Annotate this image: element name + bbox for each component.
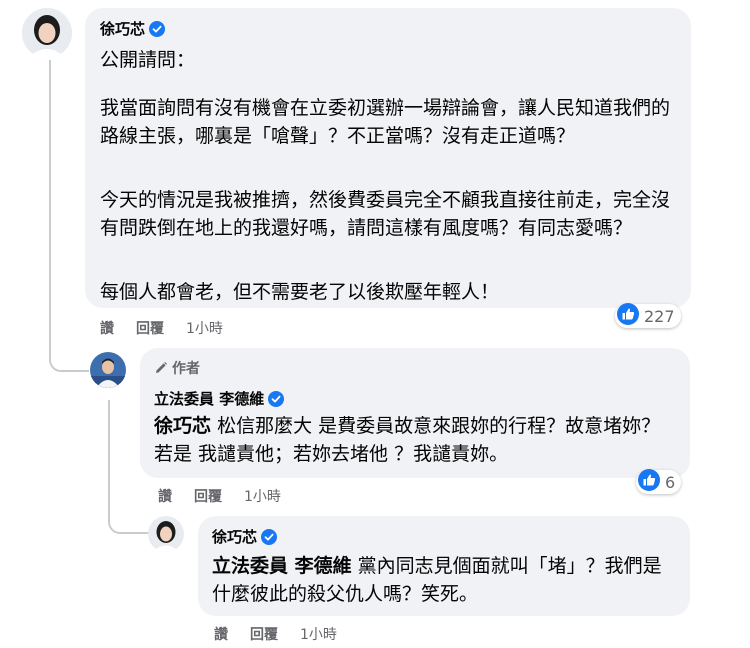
author-name[interactable]: 徐巧芯 — [212, 526, 257, 547]
comment-text-paragraph: 我當面詢問有沒有機會在立委初選辦一場辯論會，讓人民知道我們的路線主張，哪裏是「嗆… — [100, 97, 671, 147]
reaction-count: 6 — [665, 472, 676, 492]
comment-actions: 讚 回覆 1小時 — [158, 486, 303, 506]
reply-button[interactable]: 回覆 — [136, 321, 164, 337]
verified-badge-icon — [261, 529, 278, 549]
reply-bubble: 徐巧芯 立法委員 李德維 黨內同志見個面就叫「堵」？我們是什麼彼此的殺父仇人嗎？… — [198, 516, 690, 616]
mention-link[interactable]: 徐巧芯 — [154, 415, 211, 437]
avatar[interactable] — [148, 516, 184, 552]
reply-header: 徐巧芯 — [212, 526, 278, 549]
comment-bubble: 徐巧芯 公開請問： 我當面詢問有沒有機會在立委初選辦一場辯論會，讓人民知道我們的… — [85, 8, 691, 308]
author-badge-label: 作者 — [172, 361, 200, 377]
author-name[interactable]: 立法委員 李德維 — [154, 388, 264, 409]
reaction-summary[interactable]: 227 — [615, 303, 681, 329]
author-name[interactable]: 徐巧芯 — [100, 18, 145, 39]
thread-line-main — [49, 60, 89, 372]
reply-header: 立法委員 李德維 — [154, 388, 285, 411]
comment-actions: 讚 回覆 1小時 — [214, 624, 359, 644]
reply-text: 徐巧芯 松信那麼大 是費委員故意來跟妳的行程？故意堵妳？若是 我譴責他；若妳去堵… — [154, 412, 679, 468]
reaction-summary[interactable]: 6 — [636, 469, 682, 495]
comment-text-paragraph: 每個人都會老，但不需要老了以後欺壓年輕人！ — [100, 281, 500, 303]
verified-badge-icon — [268, 391, 285, 411]
timestamp[interactable]: 1小時 — [186, 321, 223, 337]
mention-link[interactable]: 立法委員 李德維 — [212, 555, 352, 577]
comment-text-intro: 公開請問： — [100, 49, 196, 71]
pencil-icon — [154, 361, 168, 379]
reply-bubble: 作者 立法委員 李德維 徐巧芯 松信那麼大 是費委員故意來跟妳的行程？故意堵妳？… — [140, 348, 690, 478]
author-badge: 作者 — [154, 358, 200, 379]
like-button[interactable]: 讚 — [214, 627, 228, 643]
comment-header: 徐巧芯 — [100, 18, 166, 41]
like-button[interactable]: 讚 — [100, 321, 114, 337]
timestamp[interactable]: 1小時 — [244, 489, 281, 505]
reply-body: 松信那麼大 是費委員故意來跟妳的行程？故意堵妳？若是 我譴責他；若妳去堵他 ？我… — [154, 415, 661, 465]
like-reaction-icon — [617, 303, 639, 329]
reaction-count: 227 — [644, 306, 675, 326]
like-reaction-icon — [638, 469, 660, 495]
timestamp[interactable]: 1小時 — [300, 627, 337, 643]
comment-actions: 讚 回覆 1小時 — [100, 318, 245, 338]
comment-text-paragraph: 今天的情況是我被推擠，然後費委員完全不顧我直接往前走，完全沒有問跌倒在地上的我還… — [100, 189, 671, 239]
verified-badge-icon — [149, 21, 166, 41]
reply-button[interactable]: 回覆 — [194, 489, 222, 505]
avatar[interactable] — [22, 8, 72, 58]
like-button[interactable]: 讚 — [158, 489, 172, 505]
reply-button[interactable]: 回覆 — [250, 627, 278, 643]
reply-text: 立法委員 李德維 黨內同志見個面就叫「堵」？我們是什麼彼此的殺父仇人嗎？笑死。 — [212, 552, 674, 608]
avatar[interactable] — [90, 352, 126, 388]
